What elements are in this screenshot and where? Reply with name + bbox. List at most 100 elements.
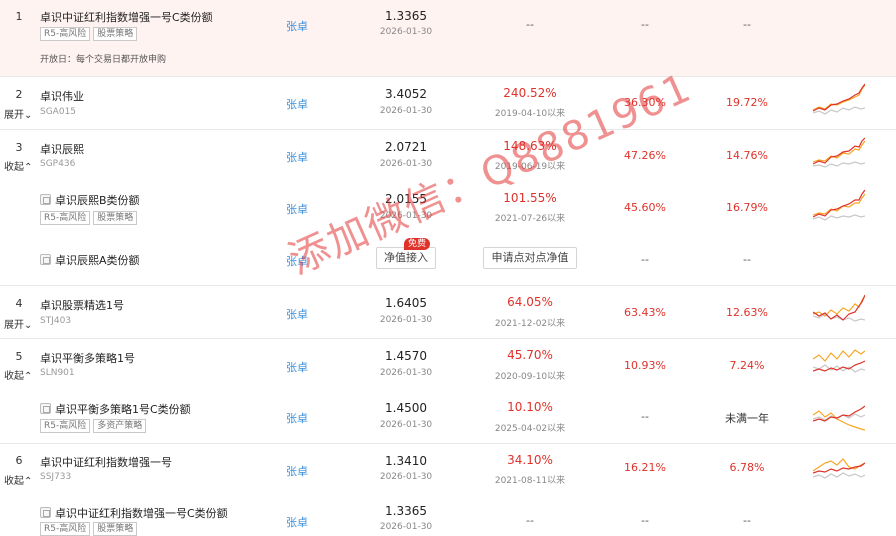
total-return: 64.05%	[507, 295, 553, 309]
return-3y: --	[743, 253, 751, 266]
fund-name-link[interactable]: 卓识中证红利指数增强一号	[40, 454, 172, 470]
performance-sparkline[interactable]	[813, 188, 865, 224]
collapse-toggle[interactable]: 收起⌃	[4, 158, 32, 173]
manager-link[interactable]: 张卓	[286, 96, 308, 112]
risk-tag: R5-高风险	[40, 522, 91, 536]
share-class-name[interactable]: 卓识辰熙A类份额	[40, 252, 140, 268]
nav-value: 2.0721	[385, 140, 427, 154]
fund-row-3: 3 收起⌃ 卓识辰熙 SGP436 张卓 2.0721 2026-01-30 1…	[0, 130, 896, 182]
expand-toggle[interactable]: 展开⌄	[4, 316, 32, 331]
manager-link[interactable]: 张卓	[286, 18, 308, 34]
since-date: 2019-04-10以来	[494, 109, 566, 119]
return-3y: 19.72%	[726, 96, 768, 109]
since-date: 2021-07-26以来	[494, 214, 566, 224]
return-1y: 10.93%	[624, 359, 666, 372]
performance-sparkline[interactable]	[813, 345, 865, 381]
fund-name-link[interactable]: 卓识中证红利指数增强一号C类份额	[40, 9, 213, 25]
fund-name-link[interactable]: 卓识伟业	[40, 88, 84, 104]
return-3y: 6.78%	[729, 461, 765, 474]
fund-code: SLN901	[40, 368, 75, 378]
row-index: 1	[15, 10, 23, 23]
since-date: 2020-09-10以来	[494, 372, 566, 382]
toggle-label: 收起	[4, 162, 24, 173]
fund-row-5: 5 收起⌃ 卓识平衡多策略1号 SLN901 张卓 1.4570 2026-01…	[0, 339, 896, 391]
nav-value: 1.4500	[385, 401, 427, 415]
risk-tag: R5-高风险	[40, 419, 91, 433]
share-class-label: 卓识中证红利指数增强一号C类份额	[55, 507, 228, 520]
nav-date: 2026-01-30	[379, 27, 433, 37]
share-class-icon	[40, 403, 51, 414]
manager-link[interactable]: 张卓	[286, 463, 308, 479]
share-class-icon	[40, 254, 51, 265]
fund-row-4: 4 展开⌄ 卓识股票精选1号 STJ403 张卓 1.6405 2026-01-…	[0, 286, 896, 338]
return-3y: 14.76%	[726, 149, 768, 162]
total-return: 10.10%	[507, 400, 553, 414]
manager-link[interactable]: 张卓	[286, 149, 308, 165]
since-date: 2021-12-02以来	[494, 319, 566, 329]
performance-sparkline[interactable]	[813, 292, 865, 328]
fund-tags: R5-高风险 股票策略	[40, 521, 140, 536]
chevron-up-icon: ⌃	[24, 162, 33, 173]
nav-value: 1.3365	[385, 9, 427, 23]
chevron-up-icon: ⌃	[24, 476, 33, 487]
fund-code: SGA015	[40, 107, 77, 117]
fund-row-3-class-a: 卓识辰熙A类份额 张卓 净值接入 免费 申请点对点净值 -- --	[0, 234, 896, 285]
expand-toggle[interactable]: 展开⌄	[4, 106, 32, 121]
nav-date: 2026-01-30	[379, 472, 433, 482]
nav-value: 1.3410	[385, 454, 427, 468]
manager-link[interactable]: 张卓	[286, 410, 308, 426]
return-3y: 未满一年	[725, 412, 769, 425]
toggle-label: 收起	[4, 371, 24, 382]
share-class-name[interactable]: 卓识平衡多策略1号C类份额	[40, 401, 191, 417]
manager-link[interactable]: 张卓	[286, 201, 308, 217]
performance-sparkline[interactable]	[813, 397, 865, 433]
nav-connect-button[interactable]: 净值接入	[376, 247, 436, 269]
total-return: 34.10%	[507, 453, 553, 467]
share-class-name[interactable]: 卓识辰熙B类份额	[40, 192, 140, 208]
performance-sparkline[interactable]	[813, 83, 865, 119]
total-return: 148.63%	[503, 139, 557, 153]
free-badge: 免费	[404, 238, 431, 250]
row-index: 6	[15, 454, 23, 467]
fund-row-3-class-b: 卓识辰熙B类份额 R5-高风险 股票策略 张卓 2.0155 2026-01-30…	[0, 182, 896, 234]
nav-date: 2026-01-30	[379, 211, 433, 221]
total-return: 101.55%	[503, 191, 557, 205]
toggle-label: 展开	[4, 110, 24, 121]
nav-value: 1.4570	[385, 349, 427, 363]
toggle-label: 展开	[4, 320, 24, 331]
collapse-toggle[interactable]: 收起⌃	[4, 367, 32, 382]
return-1y: 45.60%	[624, 201, 666, 214]
manager-link[interactable]: 张卓	[286, 514, 308, 530]
share-class-icon	[40, 194, 51, 205]
fund-row-2: 2 展开⌄ 卓识伟业 SGA015 张卓 3.4052 2026-01-30 2…	[0, 77, 896, 129]
total-return: --	[526, 18, 534, 31]
manager-link[interactable]: 张卓	[286, 359, 308, 375]
row-index: 2	[15, 88, 23, 101]
nav-value: 1.6405	[385, 296, 427, 310]
fund-tags: R5-高风险 股票策略	[40, 26, 140, 41]
total-return: --	[526, 514, 534, 527]
fund-code: SSJ733	[40, 472, 72, 482]
performance-sparkline[interactable]	[813, 136, 865, 172]
manager-link[interactable]: 张卓	[286, 253, 308, 269]
collapse-toggle[interactable]: 收起⌃	[4, 472, 32, 487]
fund-name-link[interactable]: 卓识股票精选1号	[40, 297, 124, 313]
strategy-tag: 多资产策略	[93, 419, 147, 433]
return-1y: 47.26%	[624, 149, 666, 162]
open-day-note: 开放日：每个交易日都开放申购	[40, 55, 167, 65]
performance-sparkline[interactable]	[813, 449, 865, 485]
nav-date: 2026-01-30	[379, 106, 433, 116]
since-date: 2025-04-02以来	[494, 424, 566, 434]
fund-row-6-class-c: 卓识中证红利指数增强一号C类份额 R5-高风险 股票策略 张卓 1.3365 20…	[0, 496, 896, 536]
strategy-tag: 股票策略	[93, 211, 138, 225]
share-class-name[interactable]: 卓识中证红利指数增强一号C类份额	[40, 505, 228, 521]
row-index: 4	[15, 297, 23, 310]
fund-row-1: 1 卓识中证红利指数增强一号C类份额 R5-高风险 股票策略 开放日：每个交易日都…	[0, 0, 896, 76]
apply-p2p-nav-button[interactable]: 申请点对点净值	[483, 247, 577, 269]
total-return: 240.52%	[503, 86, 557, 100]
fund-name-link[interactable]: 卓识辰熙	[40, 141, 84, 157]
share-class-label: 卓识辰熙B类份额	[55, 194, 140, 207]
fund-name-link[interactable]: 卓识平衡多策略1号	[40, 350, 135, 366]
nav-value: 1.3365	[385, 504, 427, 518]
manager-link[interactable]: 张卓	[286, 306, 308, 322]
